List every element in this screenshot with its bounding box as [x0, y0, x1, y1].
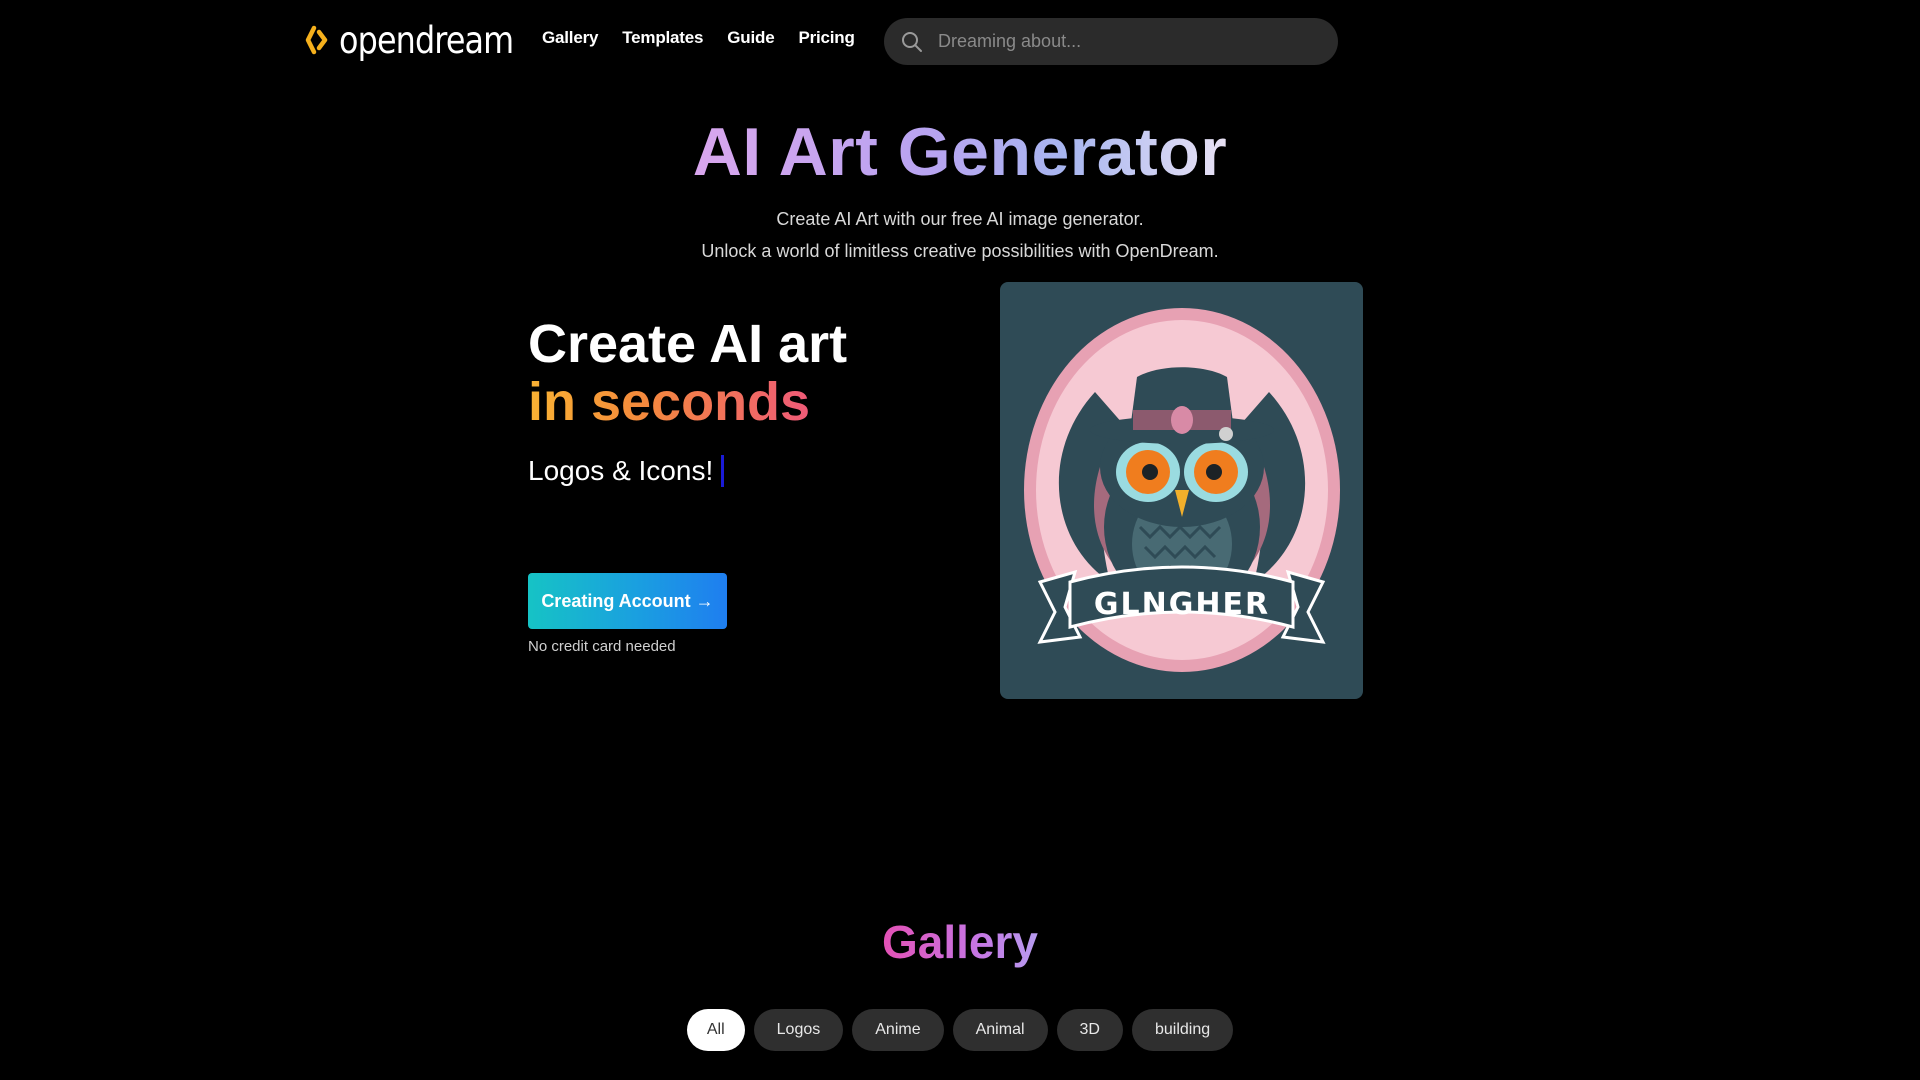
opendream-logo-icon	[305, 25, 328, 55]
search-input[interactable]	[938, 31, 1318, 52]
headline-line-2: in seconds	[528, 372, 811, 432]
page-title-text: AI Art Generator	[692, 114, 1228, 190]
search-icon	[902, 31, 922, 52]
artwork-banner-text: GLNGHER	[1094, 587, 1270, 622]
hero-subtitle-line-1: Create AI Art with our free AI image gen…	[776, 209, 1144, 229]
nav-pricing[interactable]: Pricing	[798, 28, 854, 48]
page: opendream Gallery Templates Guide Pricin…	[0, 0, 1920, 1080]
gallery-filter-bar: All Logos Anime Animal 3D building	[0, 1009, 1920, 1051]
cta-note: No credit card needed	[528, 638, 676, 655]
hero-subtitle-line-2: Unlock a world of limitless creative pos…	[701, 241, 1219, 261]
search-bar[interactable]	[884, 18, 1338, 65]
logo-text: opendream	[339, 18, 514, 62]
text-caret	[721, 455, 725, 487]
hero-subtitle: Create AI Art with our free AI image gen…	[0, 203, 1920, 267]
filter-logos[interactable]: Logos	[753, 1009, 844, 1051]
create-account-button[interactable]: Creating Account →	[528, 573, 727, 629]
nav-gallery[interactable]: Gallery	[542, 28, 598, 48]
owl-logo-illustration: GLNGHER	[1024, 308, 1340, 672]
main-nav: Gallery Templates Guide Pricing	[542, 28, 855, 48]
header: opendream Gallery Templates Guide Pricin…	[0, 0, 1920, 84]
typing-text: Logos & Icons!	[528, 455, 725, 487]
nav-guide[interactable]: Guide	[727, 28, 774, 48]
filter-all[interactable]: All	[686, 1009, 745, 1051]
nav-templates[interactable]: Templates	[622, 28, 703, 48]
filter-animal[interactable]: Animal	[952, 1009, 1048, 1051]
gallery-heading-text: Gallery	[882, 916, 1038, 968]
example-artwork-image: GLNGHER	[1000, 282, 1363, 699]
logo[interactable]: opendream	[305, 14, 542, 66]
filter-building[interactable]: building	[1131, 1009, 1234, 1051]
filter-anime[interactable]: Anime	[852, 1009, 944, 1051]
typing-text-value: Logos & Icons!	[528, 455, 714, 486]
filter-3d[interactable]: 3D	[1056, 1009, 1123, 1051]
promo-headline: Create AI art in seconds	[528, 315, 847, 431]
gallery-heading: Gallery	[0, 912, 1920, 972]
headline-line-1: Create AI art	[528, 314, 848, 374]
page-title: AI Art Generator	[0, 112, 1920, 192]
